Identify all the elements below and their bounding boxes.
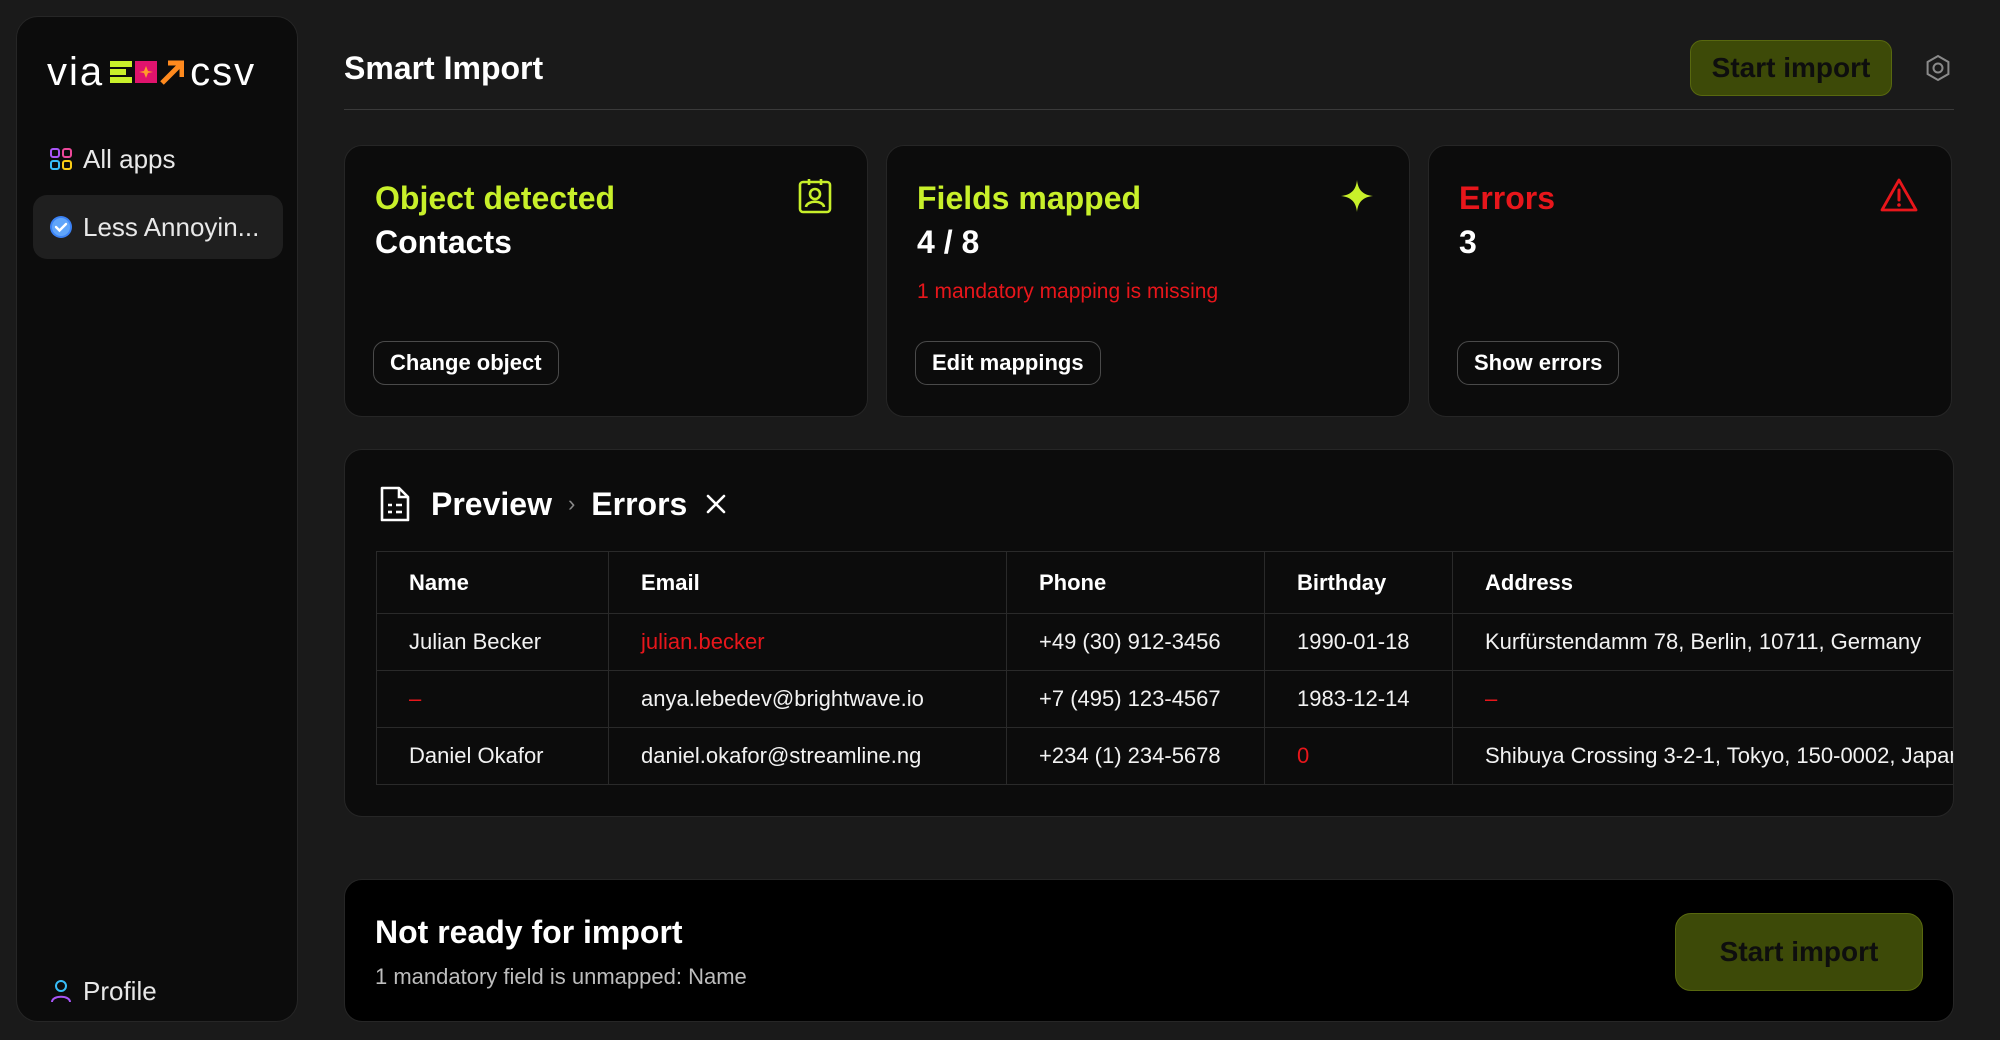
sidebar-item-profile[interactable]: Profile xyxy=(33,959,283,1023)
table-row: Julian Becker julian.becker +49 (30) 912… xyxy=(376,613,1953,671)
card-value: 3 xyxy=(1459,224,1477,260)
sidebar-item-label: All apps xyxy=(83,143,176,174)
card-value: 4 / 8 xyxy=(917,224,980,260)
sidebar-item-current-app[interactable]: Less Annoyin... xyxy=(33,195,283,259)
check-badge-icon xyxy=(49,215,73,239)
sidebar: via csv All apps Less Annoyin... Profile xyxy=(16,16,298,1022)
change-object-button[interactable]: Change object xyxy=(373,341,559,385)
document-icon xyxy=(380,486,410,522)
breadcrumb-errors: Errors xyxy=(591,485,688,522)
fields-mapped-card: Fields mapped 4 / 8 1 mandatory mapping … xyxy=(886,145,1410,417)
column-header-name[interactable]: Name xyxy=(376,551,609,614)
table-cell[interactable]: daniel.okafor@streamline.ng xyxy=(608,727,1007,785)
table-cell-error[interactable]: julian.becker xyxy=(608,613,1007,671)
logo-text-right: csv xyxy=(190,50,257,94)
sidebar-item-label: Profile xyxy=(83,975,157,1006)
app-logo[interactable]: via csv xyxy=(47,47,256,97)
start-import-button-bottom[interactable]: Start import xyxy=(1675,913,1923,991)
show-errors-button[interactable]: Show errors xyxy=(1457,341,1620,385)
header-divider xyxy=(344,109,1954,110)
column-header-address[interactable]: Address xyxy=(1452,551,1953,614)
edit-mappings-button[interactable]: Edit mappings xyxy=(915,341,1101,385)
table-cell[interactable]: Kurfürstendamm 78, Berlin, 10711, German… xyxy=(1452,613,1953,671)
table-cell[interactable]: +49 (30) 912-3456 xyxy=(1006,613,1265,671)
card-value: Contacts xyxy=(375,224,512,260)
table-cell[interactable]: 1983-12-14 xyxy=(1264,670,1453,728)
table-cell[interactable]: Julian Becker xyxy=(376,613,609,671)
import-status-title: Not ready for import xyxy=(375,914,683,950)
column-header-email[interactable]: Email xyxy=(608,551,1007,614)
sidebar-item-all-apps[interactable]: All apps xyxy=(33,127,283,191)
logo-text-left: via xyxy=(47,50,105,94)
import-status-bar: Not ready for import 1 mandatory field i… xyxy=(344,879,1954,1022)
table-cell[interactable]: Daniel Okafor xyxy=(376,727,609,785)
column-header-birthday[interactable]: Birthday xyxy=(1264,551,1453,614)
table-cell[interactable]: +234 (1) 234-5678 xyxy=(1006,727,1265,785)
start-import-button[interactable]: Start import xyxy=(1690,40,1892,96)
table-cell[interactable]: 1990-01-18 xyxy=(1264,613,1453,671)
object-detected-card: Object detected Contacts Change object xyxy=(344,145,868,417)
user-icon xyxy=(49,979,73,1003)
table-cell[interactable]: anya.lebedev@brightwave.io xyxy=(608,670,1007,728)
preview-panel: Preview › Errors Name Email Phone Birthd… xyxy=(344,449,1954,817)
breadcrumb-preview[interactable]: Preview xyxy=(431,486,552,523)
table-cell-error[interactable]: – xyxy=(376,670,609,728)
table-row: Daniel Okafor daniel.okafor@streamline.n… xyxy=(376,727,1953,785)
card-label: Errors xyxy=(1459,180,1556,216)
chevron-right-icon: › xyxy=(567,491,576,516)
table-cell[interactable]: Shibuya Crossing 3-2-1, Tokyo, 150-0002,… xyxy=(1452,727,1953,785)
page-title: Smart Import xyxy=(344,50,544,86)
preview-table: Name Email Phone Birthday Address Julian… xyxy=(376,551,1953,785)
card-label: Object detected xyxy=(375,180,616,216)
settings-icon[interactable] xyxy=(1924,54,1952,82)
card-label: Fields mapped xyxy=(917,180,1142,216)
table-header-row: Name Email Phone Birthday Address xyxy=(376,551,1953,614)
grid-icon xyxy=(49,147,73,171)
close-icon[interactable] xyxy=(703,491,729,517)
table-cell[interactable]: +7 (495) 123-4567 xyxy=(1006,670,1265,728)
errors-card: Errors 3 Show errors xyxy=(1428,145,1952,417)
sidebar-item-label: Less Annoyin... xyxy=(83,211,260,242)
column-header-phone[interactable]: Phone xyxy=(1006,551,1265,614)
breadcrumb: Preview › Errors xyxy=(379,484,729,524)
contact-badge-icon xyxy=(798,179,832,214)
table-cell-error[interactable]: 0 xyxy=(1264,727,1453,785)
warning-icon xyxy=(1880,178,1918,212)
mapping-missing-note: 1 mandatory mapping is missing xyxy=(917,280,1219,303)
import-status-subtitle: 1 mandatory field is unmapped: Name xyxy=(375,964,747,989)
logo-mark-icon xyxy=(110,59,185,85)
sparkle-icon xyxy=(1341,180,1373,212)
table-cell-error[interactable]: – xyxy=(1452,670,1953,728)
preview-table-wrap[interactable]: Name Email Phone Birthday Address Julian… xyxy=(376,551,1953,785)
table-row: – anya.lebedev@brightwave.io +7 (495) 12… xyxy=(376,670,1953,728)
